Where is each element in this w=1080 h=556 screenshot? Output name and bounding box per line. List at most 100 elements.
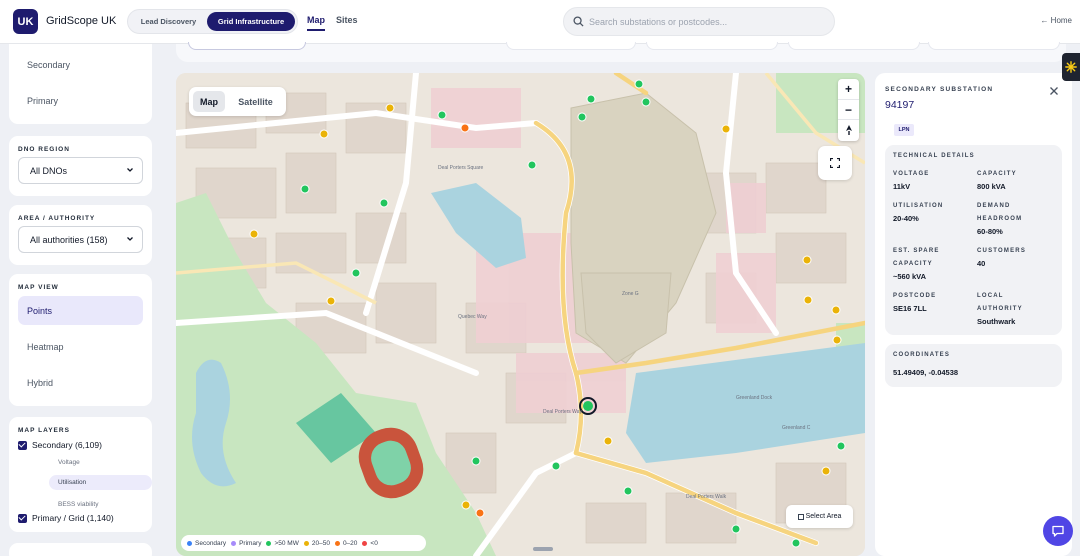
- legend-dot: [362, 540, 368, 546]
- map-canvas[interactable]: Zone G Greenland C Deal Porters Way Deal…: [176, 73, 865, 556]
- strip-pill[interactable]: [506, 42, 636, 50]
- coordinates-value: 51.49409, -0.04538: [893, 368, 959, 377]
- secondary-option-voltage[interactable]: Voltage: [49, 455, 152, 470]
- select-area-button[interactable]: Select Area: [786, 505, 853, 528]
- legend-dot: [187, 540, 192, 546]
- map-label-quebec-way: Quebec Way: [458, 314, 487, 320]
- map[interactable]: Zone G Greenland C Deal Porters Way Deal…: [176, 73, 865, 556]
- technical-details: TECHNICAL DETAILS VOLTAGE 11kV CAPACITY …: [885, 145, 1062, 335]
- nav-map[interactable]: Map: [307, 15, 325, 31]
- legend-item: >50 MW: [266, 539, 299, 547]
- close-icon[interactable]: [1049, 86, 1059, 96]
- legend-dot: [303, 540, 309, 546]
- search-bar: [563, 7, 835, 36]
- legend-item: Secondary: [187, 540, 226, 547]
- map-label-deal-porters-way: Deal Porters Way: [543, 409, 582, 415]
- map-type-satellite[interactable]: Satellite: [229, 91, 282, 112]
- utilisation-value: 20-40%: [893, 214, 919, 223]
- compass-button[interactable]: [838, 119, 859, 139]
- dno-region-select[interactable]: All DNOs: [18, 157, 143, 184]
- substation-detail-panel: SECONDARY SUBSTATION 94197 LPN TECHNICAL…: [875, 73, 1072, 556]
- strip-pill[interactable]: [646, 42, 778, 50]
- map-label-deal-porters-square: Deal Porters Square: [438, 165, 484, 171]
- zoom-out-button[interactable]: −: [838, 99, 859, 119]
- search-icon: [573, 16, 584, 27]
- checkbox[interactable]: [18, 513, 27, 523]
- spare-capacity-value: ~560 kVA: [893, 272, 927, 281]
- area-authority-label: AREA / AUTHORITY: [18, 215, 96, 222]
- level-card: Secondary Primary: [9, 44, 152, 124]
- legend-label: 0–20: [342, 539, 358, 547]
- map-view-points[interactable]: Points: [18, 296, 143, 325]
- zoom-in-button[interactable]: +: [838, 79, 859, 99]
- legend-dot: [266, 540, 272, 546]
- dno-region-label: DNO REGION: [18, 146, 70, 153]
- legend-dot: [334, 540, 340, 546]
- fullscreen-button[interactable]: [818, 146, 852, 180]
- level-secondary[interactable]: Secondary: [18, 50, 143, 79]
- legend-dot: [231, 540, 237, 546]
- secondary-option-bess[interactable]: BESS viability: [49, 497, 152, 512]
- next-card: [9, 543, 152, 556]
- coordinates-box: COORDINATES 51.49409, -0.04538: [885, 344, 1062, 387]
- map-label-zone-g: Zone G: [622, 291, 639, 297]
- logo[interactable]: UK: [13, 9, 38, 34]
- compass-icon: [845, 124, 852, 135]
- level-primary[interactable]: Primary: [18, 86, 143, 115]
- layer-primary[interactable]: Primary / Grid (1,140): [18, 513, 114, 523]
- sun-icon[interactable]: [1062, 53, 1080, 81]
- map-label-greenland-c: Greenland C: [782, 425, 811, 431]
- stats-strip: [176, 42, 1066, 62]
- coordinates-label: COORDINATES: [893, 352, 951, 358]
- map-layers-card: MAP LAYERS Secondary (6,109) Voltage Uti…: [9, 417, 152, 532]
- map-view-hybrid[interactable]: Hybrid: [18, 368, 143, 397]
- grid-infrastructure-button[interactable]: Grid Infrastructure: [207, 12, 295, 31]
- area-authority-select[interactable]: All authorities (158): [18, 226, 143, 253]
- top-bar: UK GridScope UK Lead Discovery Grid Infr…: [0, 0, 1080, 44]
- legend-item: 20–50: [303, 539, 330, 547]
- drag-handle[interactable]: [533, 547, 553, 551]
- map-label-deal-porters-walk: Deal Porters Walk: [686, 494, 727, 500]
- legend-label: 20–50: [311, 539, 330, 547]
- home-link[interactable]: ← Home: [1040, 16, 1072, 25]
- nav-sites[interactable]: Sites: [336, 15, 358, 25]
- sun-icon-glyph: [1065, 61, 1077, 73]
- chat-icon: [1052, 525, 1064, 537]
- substation-id: 94197: [885, 99, 915, 111]
- strip-pill[interactable]: [928, 42, 1060, 50]
- chat-button[interactable]: [1043, 516, 1073, 546]
- map-type-toggle: Map Satellite: [189, 87, 286, 116]
- lead-discovery-button[interactable]: Lead Discovery: [132, 12, 205, 31]
- customers-value: 40: [977, 259, 986, 268]
- zoom-control: + −: [838, 79, 859, 141]
- mode-toggle: Lead Discovery Grid Infrastructure: [127, 9, 298, 34]
- local-authority-value: Southwark: [977, 317, 1016, 326]
- map-view-label: MAP VIEW: [18, 284, 59, 291]
- area-authority-card: AREA / AUTHORITY All authorities (158): [9, 205, 152, 265]
- area-authority-value: All authorities (158): [30, 234, 108, 245]
- checkbox[interactable]: [18, 440, 27, 450]
- voltage-value: 11kV: [893, 182, 911, 191]
- legend-label: Secondary: [195, 539, 227, 547]
- map-view-heatmap[interactable]: Heatmap: [18, 332, 143, 361]
- secondary-option-utilisation[interactable]: Utilisation: [49, 475, 152, 490]
- brand-name: GridScope UK: [46, 15, 117, 27]
- search-input[interactable]: [589, 14, 827, 30]
- layer-secondary-label: Secondary (6,109): [32, 440, 102, 450]
- strip-pill[interactable]: [188, 42, 306, 50]
- layer-secondary[interactable]: Secondary (6,109): [18, 440, 102, 450]
- map-legend: Secondary Primary >50 MW 20–50 0–20 <0: [181, 535, 426, 551]
- demand-headroom-label: DEMAND HEADROOM: [977, 203, 1023, 222]
- spare-capacity-label: EST. SPARE CAPACITY: [893, 248, 940, 267]
- map-view-card: MAP VIEW Points Heatmap Hybrid: [9, 274, 152, 406]
- postcode-value: SE16 7LL: [893, 304, 927, 313]
- demand-headroom-value: 60-80%: [977, 227, 1003, 236]
- legend-label: >50 MW: [274, 539, 299, 547]
- strip-pill[interactable]: [788, 42, 920, 50]
- dno-region-card: DNO REGION All DNOs: [9, 136, 152, 196]
- fullscreen-icon: [830, 158, 840, 168]
- substation-type-label: SECONDARY SUBSTATION: [885, 86, 994, 93]
- local-authority-label: LOCAL AUTHORITY: [977, 293, 1023, 312]
- map-type-map[interactable]: Map: [193, 91, 225, 112]
- legend-label: Primary: [239, 539, 262, 547]
